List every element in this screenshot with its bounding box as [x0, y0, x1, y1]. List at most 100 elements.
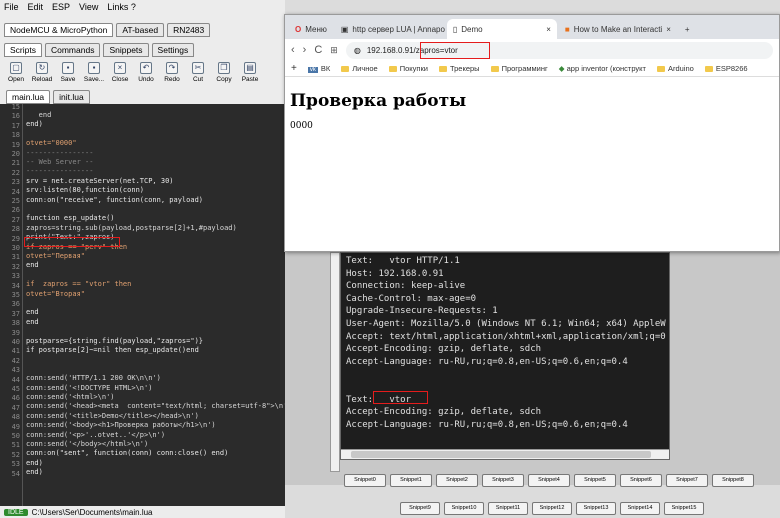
bookmark-folder[interactable]: Программинг [490, 64, 548, 73]
menu-links[interactable]: Links ? [107, 2, 136, 12]
save-button[interactable]: ▪ Save [56, 60, 80, 90]
snippet-button[interactable]: Snippet4 [528, 474, 570, 487]
browser-tab[interactable]: ▣http сервер LUA | Annapo× [335, 19, 445, 39]
snippet-button[interactable]: Snippet6 [620, 474, 662, 487]
code-line: srv = net.createServer(net.TCP, 30) [26, 176, 174, 185]
snippet-button[interactable]: Snippet5 [574, 474, 616, 487]
file-tab-main[interactable]: main.lua [6, 90, 51, 104]
snippet-button[interactable]: Snippet10 [444, 502, 484, 515]
snippet-button[interactable]: Snippet9 [400, 502, 440, 515]
menu-view[interactable]: View [79, 2, 98, 12]
line-number: 28 [11, 225, 20, 234]
open-button[interactable]: ▢ Open [4, 60, 28, 90]
line-number: 31 [11, 253, 20, 262]
code-line: -- Web Server -- [26, 158, 94, 166]
back-icon[interactable]: ‹ [291, 44, 295, 56]
reload-icon[interactable]: C [314, 44, 322, 56]
terminal-line: Accept-Language: ru-RU,ru;q=0.8,en-US;q=… [346, 356, 628, 367]
line-number: 40 [11, 338, 20, 346]
serial-terminal[interactable]: Text: vtor HTTP/1.1 Host: 192.168.0.91 Con… [340, 252, 670, 460]
line-number: 33 [11, 272, 20, 281]
open-label: Open [8, 76, 24, 83]
tab-rn2483[interactable]: RN2483 [167, 23, 211, 37]
paste-button[interactable]: ▤ Paste [238, 60, 262, 90]
snippet-button[interactable]: Snippet7 [666, 474, 708, 487]
menu-edit[interactable]: Edit [28, 2, 44, 12]
new-tab-button[interactable]: + [679, 19, 696, 39]
bookmark-folder[interactable]: ESP8266 [704, 64, 748, 73]
close-icon[interactable]: × [666, 25, 671, 34]
browser-tab[interactable]: ■ How to Make an Interacti × [559, 19, 677, 39]
code-line: conn:send('</body></html>\n') [26, 440, 149, 448]
esplorer-window: File Edit ESP View Links ? NodeMCU & Mic… [0, 0, 285, 518]
highlight-url [419, 41, 490, 59]
snippet-button[interactable]: Snippet14 [620, 502, 660, 515]
menu-file[interactable]: File [4, 2, 19, 12]
bookmark-folder[interactable]: Личное [341, 64, 378, 73]
line-number: 22 [11, 168, 20, 177]
folder-icon [438, 66, 447, 73]
scrollbar-thumb[interactable] [351, 451, 651, 458]
tab-snippets[interactable]: Snippets [103, 43, 149, 57]
line-number: 29 [11, 234, 20, 243]
snippet-button[interactable]: Snippet12 [532, 502, 572, 515]
close-button[interactable]: × Close [108, 60, 132, 90]
code-line: conn:send('<!DOCTYPE HTML>\n') [26, 383, 153, 392]
code-editor[interactable]: 15 16 17 18 19 20 21 22 23 24 25 26 27 28 29 30 31 32 33 34… [0, 104, 285, 506]
browser-tab[interactable]: O Меню [289, 19, 333, 39]
code-line: end [26, 111, 52, 119]
tab-scripts[interactable]: Scripts [4, 43, 42, 57]
copy-button[interactable]: ❐ Copy [212, 60, 236, 90]
terminal-line: Accept: text/html,application/xhtml+xml,… [346, 331, 666, 342]
bookmark-folder[interactable]: Arduino [657, 64, 694, 73]
snippet-button[interactable]: Snippet15 [664, 502, 704, 515]
line-number: 27 [11, 215, 20, 224]
save-as-icon: ▪ [88, 62, 100, 74]
cut-button[interactable]: ✂ Cut [186, 60, 210, 90]
line-number: 45 [11, 385, 20, 393]
redo-button[interactable]: ↷ Redo [160, 60, 184, 90]
terminal-line: Accept-Encoding: gzip, deflate, sdch [346, 407, 542, 418]
snippet-button[interactable]: Snippet3 [482, 474, 524, 487]
snippet-button[interactable]: Snippet13 [576, 502, 616, 515]
left-scrollbar[interactable] [330, 252, 340, 472]
bookmark-app-inventor[interactable]: ◆ app inventor (конструкт [559, 64, 646, 73]
forward-icon[interactable]: › [303, 44, 307, 56]
opera-icon: O [295, 24, 302, 34]
snippet-button[interactable]: Snippet1 [390, 474, 432, 487]
code-line: end [26, 308, 39, 317]
bookmark-folder[interactable]: Покупки [388, 64, 428, 73]
reload-button[interactable]: ↻ Reload [30, 60, 54, 90]
save-as-button[interactable]: ▪ Save... [82, 60, 106, 90]
close-label: Close [111, 76, 129, 83]
redo-icon: ↷ [166, 62, 178, 74]
code-line: conn:send('<html>\n') [26, 393, 115, 401]
snippet-button[interactable]: Snippet11 [488, 502, 528, 515]
plus-icon[interactable]: + [291, 63, 297, 74]
tab-nodemcu[interactable]: NodeMCU & MicroPython [4, 23, 114, 37]
grid-icon[interactable]: ⊞ [330, 45, 338, 56]
menu-esp[interactable]: ESP [52, 2, 70, 12]
code-line: end [26, 261, 39, 270]
url-input[interactable]: ◍ 192.168.0.91/zapros=vtor [345, 41, 773, 59]
tab-settings[interactable]: Settings [151, 43, 195, 57]
file-tab-init[interactable]: init.lua [53, 90, 90, 104]
code-line: end) [26, 468, 43, 477]
tab-commands[interactable]: Commands [44, 43, 101, 57]
line-number: 46 [11, 394, 20, 403]
horizontal-scrollbar[interactable] [341, 449, 669, 459]
bookmark-folder[interactable]: Трекеры [438, 64, 480, 73]
line-number: 43 [11, 366, 20, 375]
line-number: 21 [11, 159, 20, 168]
undo-button[interactable]: ↶ Undo [134, 60, 158, 90]
page-heading: Проверка работы [290, 91, 467, 111]
tab-at-based[interactable]: AT-based [116, 23, 165, 37]
snippet-button[interactable]: Snippet2 [436, 474, 478, 487]
close-icon[interactable]: × [546, 25, 551, 34]
snippet-button[interactable]: Snippet8 [712, 474, 754, 487]
bookmark-vk[interactable]: vk ВК [307, 64, 330, 73]
code-line: conn:send('<head><meta content="text/htm… [26, 402, 285, 411]
browser-tab-active[interactable]: ▯ Demo × [446, 19, 557, 39]
file-tabs: main.lua init.lua [6, 90, 90, 104]
snippet-button[interactable]: Snippet0 [344, 474, 386, 487]
